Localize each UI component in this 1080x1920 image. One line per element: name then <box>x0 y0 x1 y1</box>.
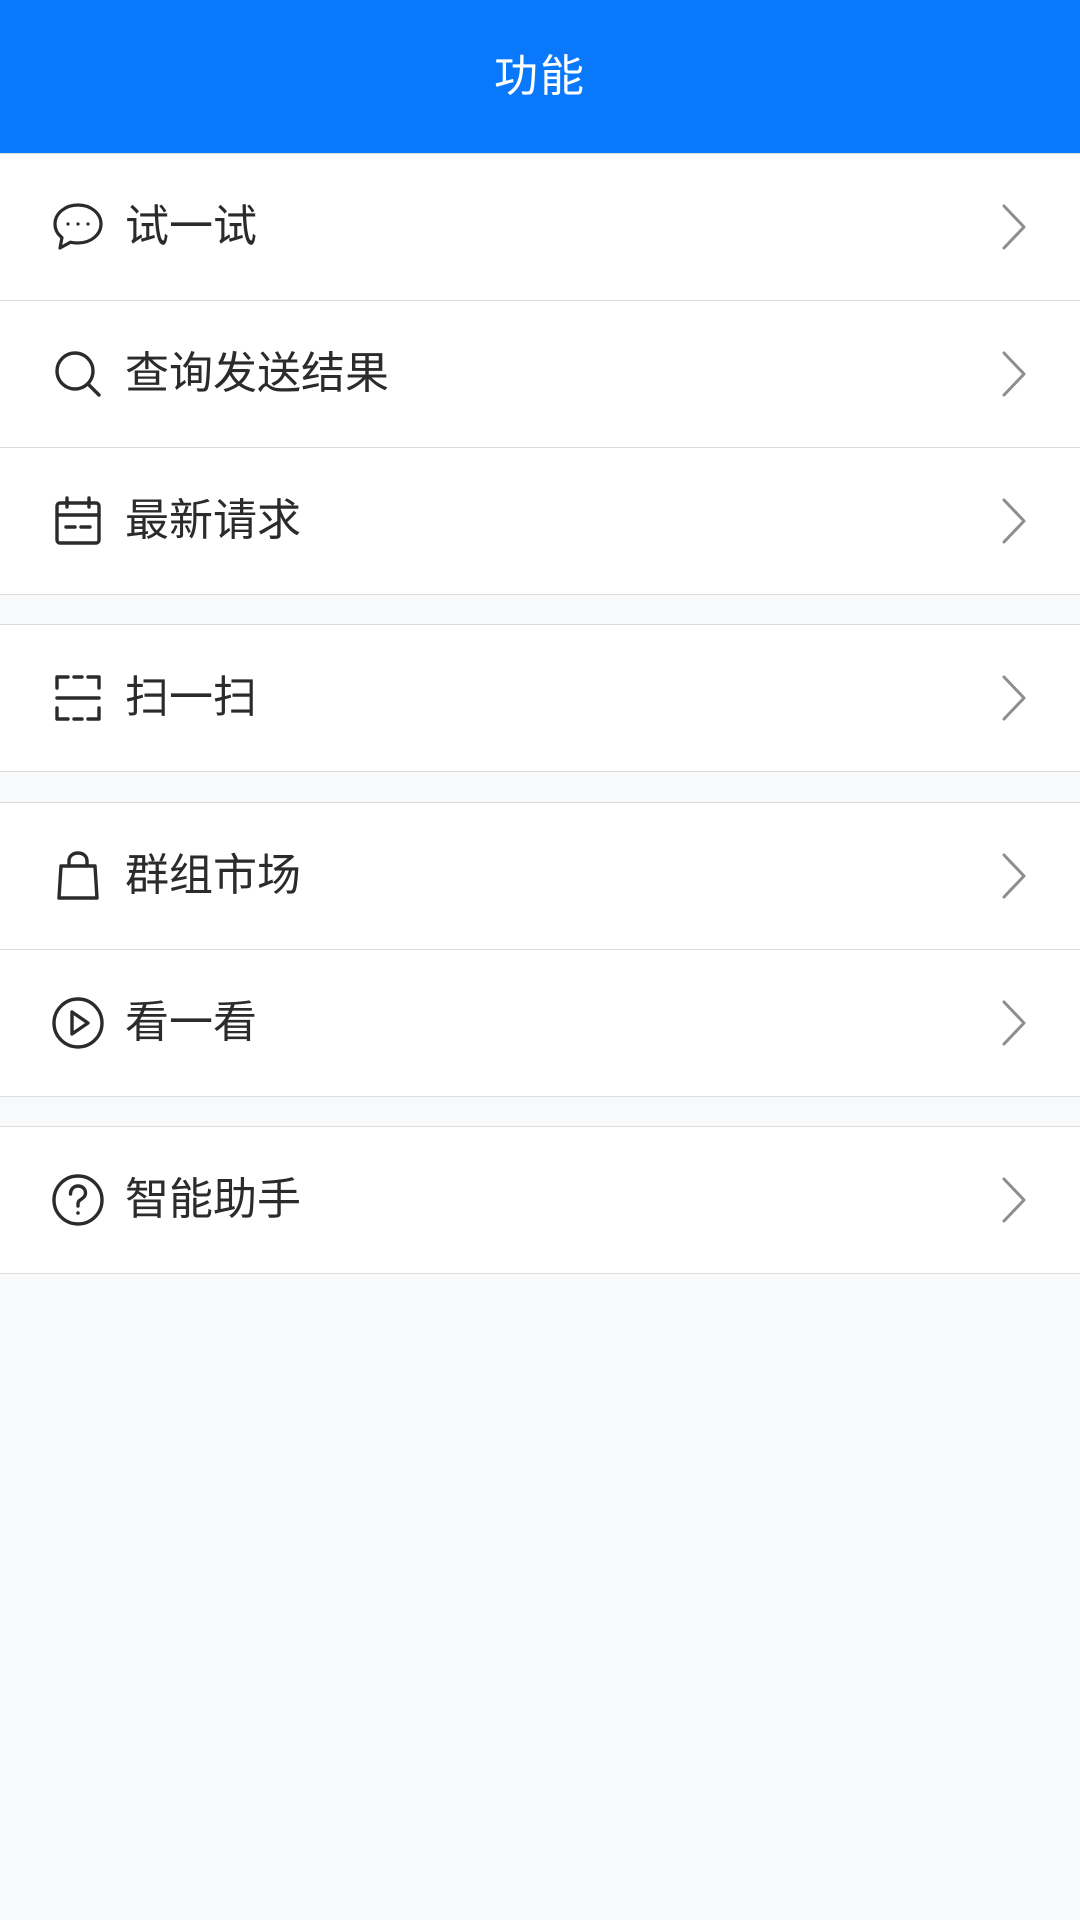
search-icon <box>48 344 108 404</box>
header-bar: 功能 <box>0 0 1080 153</box>
menu-item-label: 试一试 <box>125 201 257 252</box>
question-circle-icon <box>48 1170 108 1230</box>
menu-item-try[interactable]: 试一试 <box>0 154 1080 300</box>
menu-item-group-market[interactable]: 群组市场 <box>0 803 1080 949</box>
menu-item-latest-requests[interactable]: 最新请求 <box>0 447 1080 594</box>
menu-item-query-results[interactable]: 查询发送结果 <box>0 300 1080 447</box>
play-circle-icon <box>48 993 108 1053</box>
menu-item-scan[interactable]: 扫一扫 <box>0 625 1080 771</box>
shopping-bag-icon <box>48 846 108 906</box>
chevron-right-icon <box>998 998 1028 1048</box>
menu-item-watch[interactable]: 看一看 <box>0 949 1080 1096</box>
menu-group-3: 群组市场 看一看 <box>0 802 1080 1097</box>
chevron-right-icon <box>998 496 1028 546</box>
page-title: 功能 <box>494 50 586 102</box>
chevron-right-icon <box>998 851 1028 901</box>
chevron-right-icon <box>998 202 1028 252</box>
menu-item-label: 智能助手 <box>125 1174 301 1225</box>
chat-bubble-icon <box>48 197 108 257</box>
menu-group-4: 智能助手 <box>0 1126 1080 1274</box>
scan-icon <box>48 668 108 728</box>
chevron-right-icon <box>998 673 1028 723</box>
menu-group-1: 试一试 查询发送结果 最新请求 <box>0 153 1080 595</box>
menu-item-label: 查询发送结果 <box>125 348 389 399</box>
menu-item-label: 最新请求 <box>125 495 301 546</box>
chevron-right-icon <box>998 1175 1028 1225</box>
chevron-right-icon <box>998 349 1028 399</box>
menu-group-2: 扫一扫 <box>0 624 1080 772</box>
menu-item-label: 扫一扫 <box>125 672 257 723</box>
menu-item-smart-assistant[interactable]: 智能助手 <box>0 1127 1080 1273</box>
calendar-icon <box>48 491 108 551</box>
menu-item-label: 群组市场 <box>125 850 301 901</box>
menu-item-label: 看一看 <box>125 997 257 1048</box>
